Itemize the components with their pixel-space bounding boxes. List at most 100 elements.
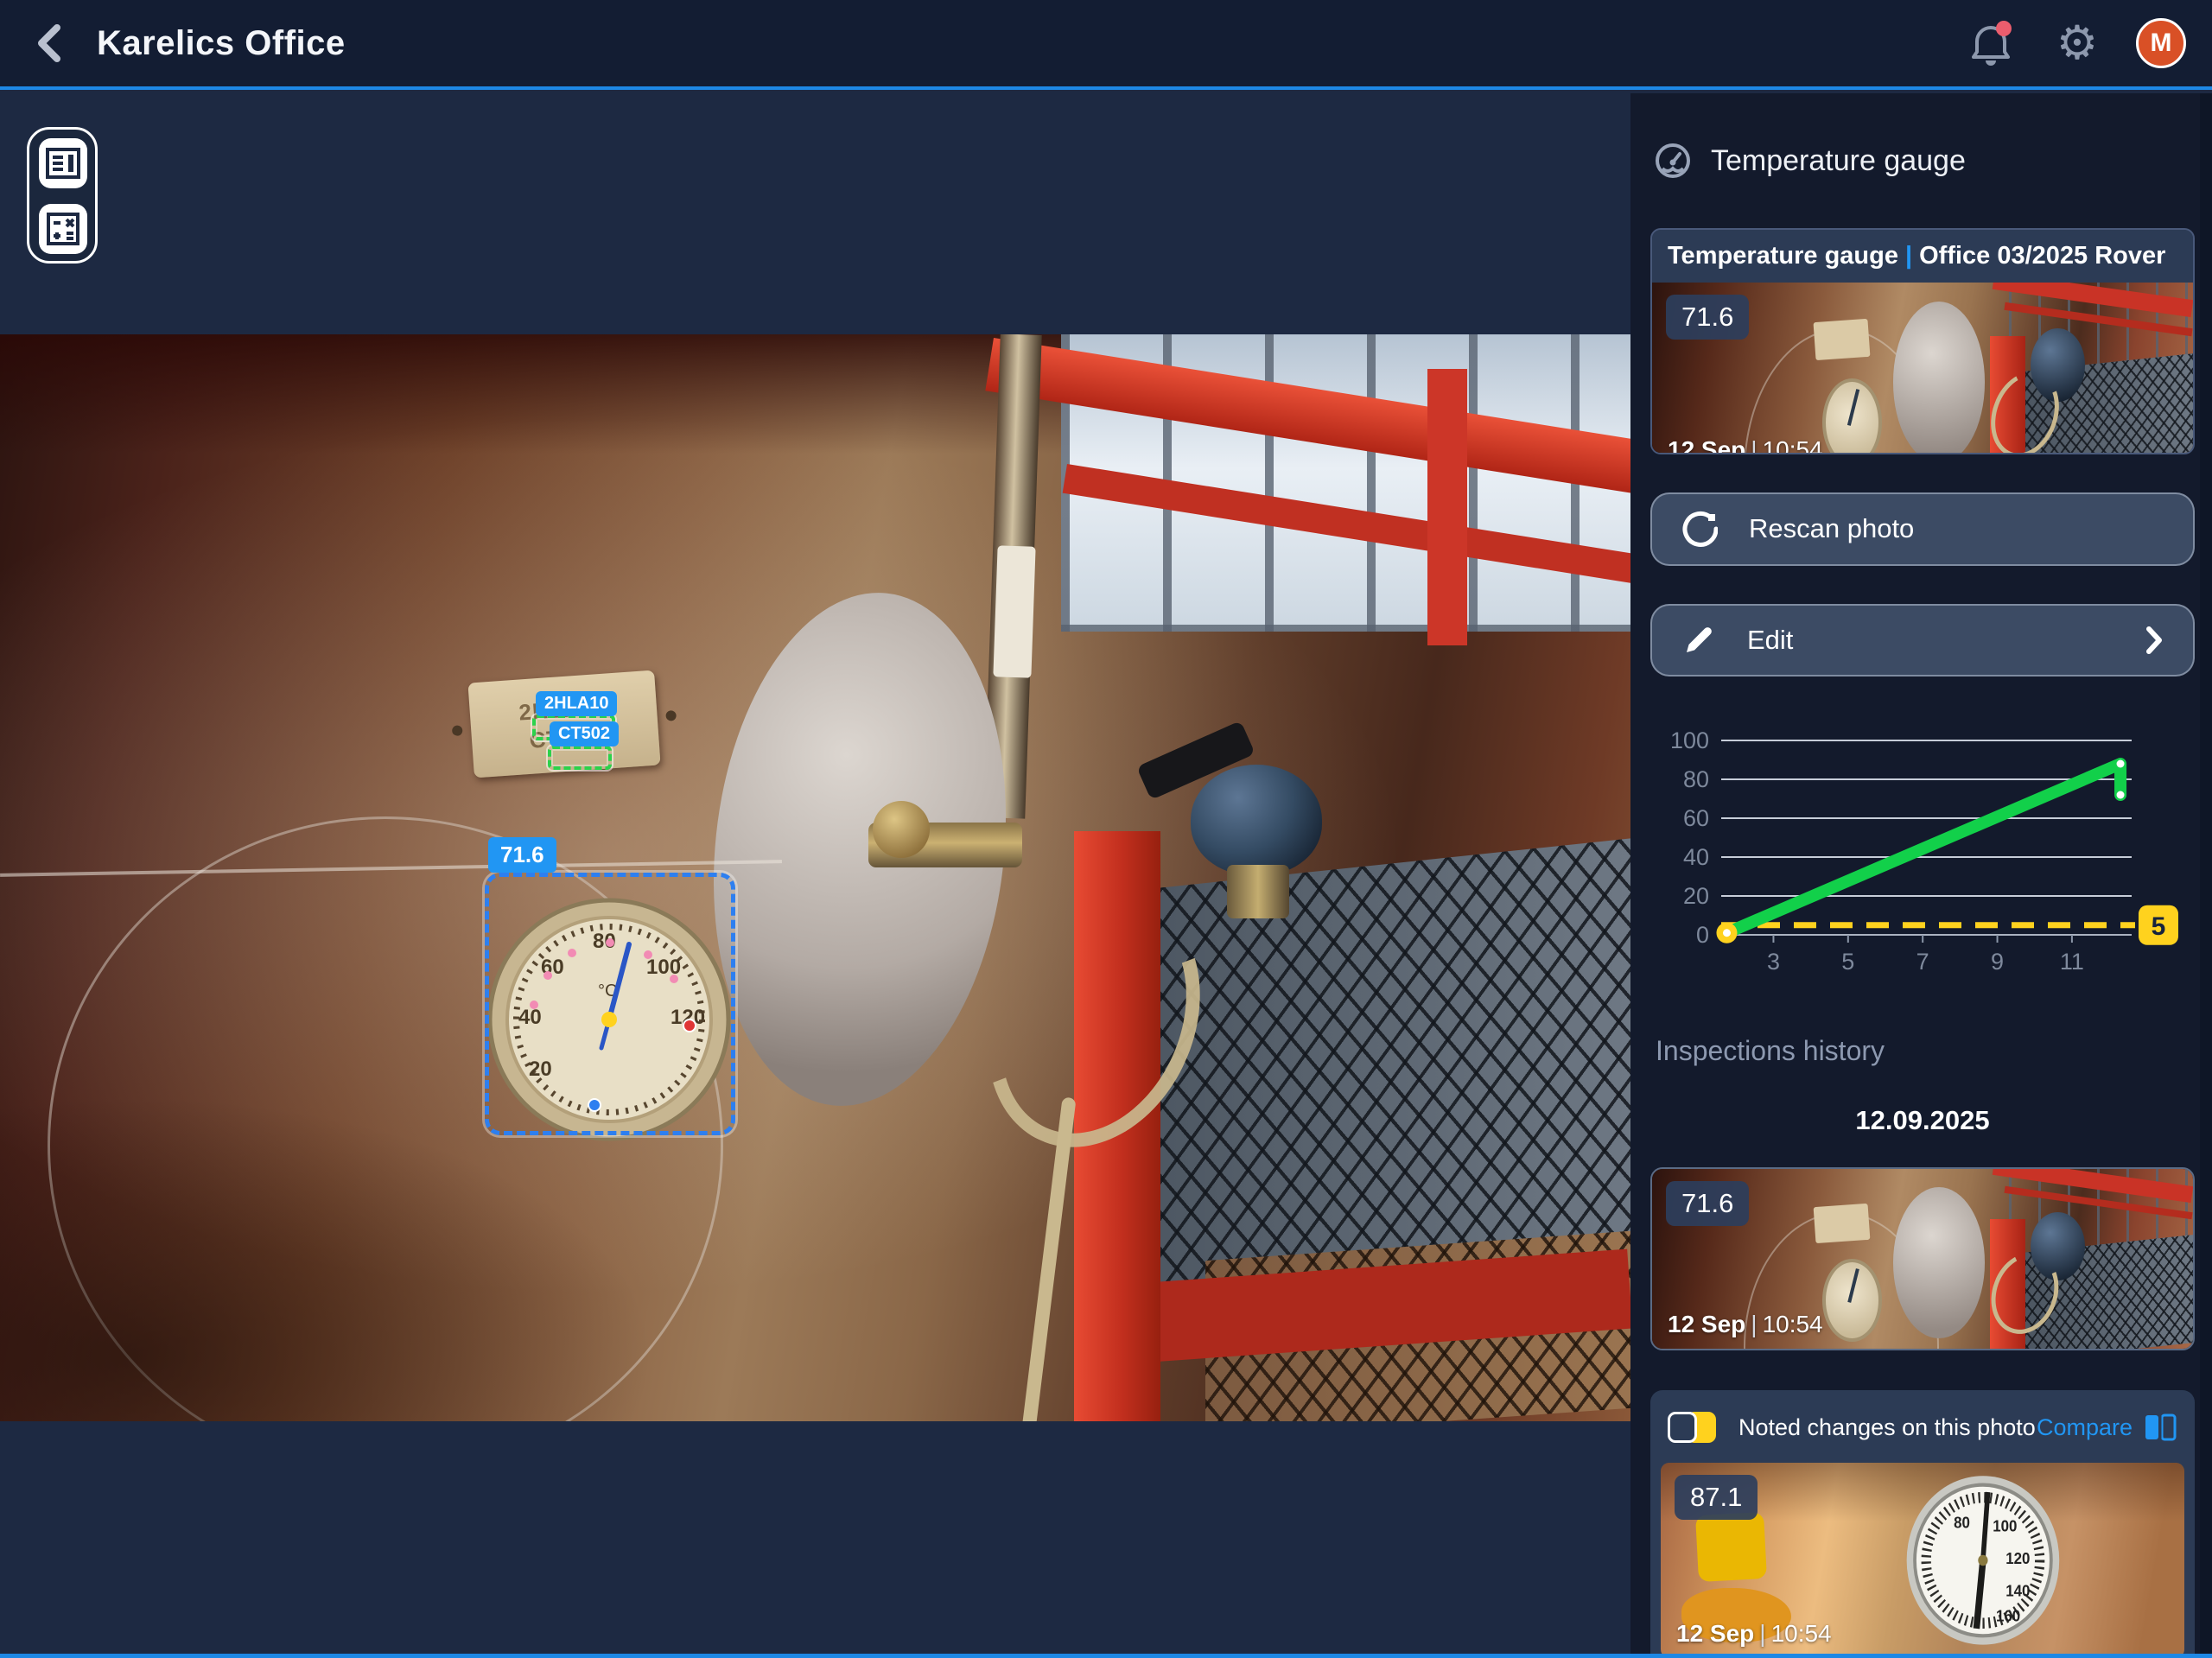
y-tick-label: 20 (1683, 883, 1709, 909)
x-tick-label: 9 (1991, 949, 2004, 975)
svg-text:120: 120 (2005, 1549, 2030, 1567)
back-chevron-icon (35, 22, 64, 64)
noted-changes-header: Noted changes on this photo Compare (1661, 1402, 2184, 1452)
notification-dot (1996, 21, 2012, 36)
settings-button[interactable]: ⚙ (2050, 16, 2105, 71)
current-measurement-card[interactable]: Temperature gauge|Office 03/2025 Rover (1650, 228, 2195, 454)
inspection-photo[interactable]: 2HLA10 CT502 20 40 60 80 100 120 °C (0, 334, 1630, 1421)
photo-red-upright (1427, 369, 1467, 645)
annotation-green-box-2[interactable] (548, 746, 612, 770)
timestamp-time: 10:54 (1771, 1620, 1832, 1647)
history-item-1[interactable]: 71.6 12 Sep|10:54 (1650, 1167, 2195, 1350)
svg-text:160: 160 (1996, 1607, 2020, 1625)
timestamp-time: 10:54 (1763, 436, 1823, 454)
noted-changes-label: Noted changes on this photo (1738, 1414, 2036, 1441)
y-tick-label: 0 (1696, 922, 1709, 948)
y-tick-label: 40 (1683, 844, 1709, 870)
svg-text:140: 140 (2005, 1582, 2030, 1600)
sidebar-title: Temperature gauge (1711, 144, 1966, 178)
scene-pale-disc (1893, 302, 1985, 454)
calculator-view-button[interactable] (39, 204, 87, 254)
noted-change-highlight-1 (1695, 1512, 1767, 1582)
trend-line (1726, 764, 2120, 933)
timestamp-date: 12 Sep (1668, 436, 1745, 454)
x-tick-label: 3 (1767, 949, 1780, 975)
timestamp-separator: | (1754, 1620, 1770, 1647)
svg-text:80: 80 (1954, 1514, 1970, 1532)
annotation-reading-label[interactable]: 71.6 (488, 837, 556, 873)
trend-chart: 0204060801003579115 (1650, 725, 2195, 988)
edit-label: Edit (1747, 625, 1793, 656)
gauge-icon (1654, 142, 1692, 180)
history-item-2[interactable]: Noted changes on this photo Compare (1650, 1390, 2195, 1658)
annotation-code-label[interactable]: CT502 (550, 721, 619, 746)
current-card-name: Temperature gauge (1668, 242, 1898, 270)
timestamp-date: 12 Sep (1668, 1311, 1745, 1337)
detail-sidebar: Temperature gauge Temperature gauge|Offi… (1630, 93, 2212, 1658)
reading-badge: 71.6 (1666, 1181, 1749, 1226)
noted-thumbnail[interactable]: 80 100 120 140 160 87.1 12 Sep|10:54 (1661, 1463, 2184, 1658)
current-card-thumbnail[interactable]: 71.6 12 Sep|10:54 (1652, 283, 2193, 454)
y-tick-label: 60 (1683, 805, 1709, 831)
y-tick-label: 100 (1670, 727, 1709, 753)
sidebar-header: Temperature gauge (1654, 142, 2195, 180)
rescan-label: Rescan photo (1749, 513, 1914, 544)
toggle-off-segment (1668, 1412, 1697, 1443)
compare-label: Compare (2037, 1414, 2133, 1441)
compare-button[interactable]: Compare (2037, 1410, 2177, 1445)
page-title: Karelics Office (97, 24, 346, 63)
sidebar-scrollbar[interactable] (2200, 93, 2212, 1658)
avatar[interactable]: M (2136, 18, 2186, 68)
scene-gauge-needle (1847, 1268, 1859, 1303)
trend-chart-svg: 0204060801003579115 (1650, 725, 2200, 984)
threshold-badge-label: 5 (2152, 912, 2166, 941)
scene-plate (1813, 319, 1870, 361)
x-tick-label: 7 (1916, 949, 1929, 975)
scene-plate (1813, 1203, 1869, 1242)
bottom-accent-line (0, 1654, 2212, 1658)
notifications-button[interactable] (1963, 16, 2018, 71)
reading-badge: 87.1 (1675, 1475, 1758, 1520)
rescan-photo-button[interactable]: Rescan photo (1650, 492, 2195, 565)
rescan-icon (1681, 511, 1718, 547)
scene-gauge (1822, 1259, 1882, 1342)
gear-icon: ⚙ (2056, 20, 2098, 67)
scene-pale-disc (1893, 1187, 1985, 1338)
main-photo-area: 2HLA10 CT502 20 40 60 80 100 120 °C (0, 93, 1630, 1658)
timestamp-separator: | (1745, 436, 1762, 454)
report-list-icon (46, 148, 80, 179)
scene-closeup-gauge: 80 100 120 140 160 (1902, 1471, 2064, 1650)
trend-point (1723, 929, 1731, 937)
timestamp: 12 Sep|10:54 (1668, 436, 1823, 454)
timestamp-date: 12 Sep (1676, 1620, 1754, 1647)
compare-icon (2143, 1410, 2177, 1445)
annotation-tag-label[interactable]: 2HLA10 (536, 691, 617, 716)
trend-point (2117, 759, 2125, 767)
edit-button[interactable]: Edit (1650, 604, 2195, 677)
photo-view-controls (27, 127, 98, 264)
current-card-separator: | (1898, 242, 1919, 270)
back-button[interactable] (26, 17, 73, 69)
y-tick-label: 80 (1683, 766, 1709, 792)
app-root: Karelics Office ⚙ M (0, 0, 2212, 1658)
timestamp: 12 Sep|10:54 (1676, 1620, 1832, 1648)
top-bar: Karelics Office ⚙ M (0, 0, 2212, 90)
timestamp-time: 10:54 (1763, 1311, 1823, 1337)
photo-sensor-head (1191, 765, 1322, 875)
x-tick-label: 11 (2060, 949, 2084, 975)
inspections-history-heading: Inspections history (1656, 1035, 2195, 1067)
timestamp: 12 Sep|10:54 (1668, 1311, 1823, 1338)
annotation-gauge-box[interactable] (485, 873, 735, 1135)
photo-pipe-tag (993, 545, 1035, 677)
reading-badge: 71.6 (1666, 295, 1749, 340)
photo-brass-knob (873, 801, 930, 858)
trend-point (2117, 791, 2125, 798)
timestamp-separator: | (1745, 1311, 1762, 1337)
noted-changes-toggle[interactable] (1668, 1412, 1716, 1443)
report-view-button[interactable] (39, 138, 87, 188)
calculator-icon (47, 213, 79, 245)
photo-sensor-neck (1227, 865, 1289, 918)
svg-text:100: 100 (1993, 1517, 2017, 1535)
scene-gauge-needle (1847, 389, 1860, 426)
history-date-group: 12.09.2025 (1650, 1105, 2195, 1136)
